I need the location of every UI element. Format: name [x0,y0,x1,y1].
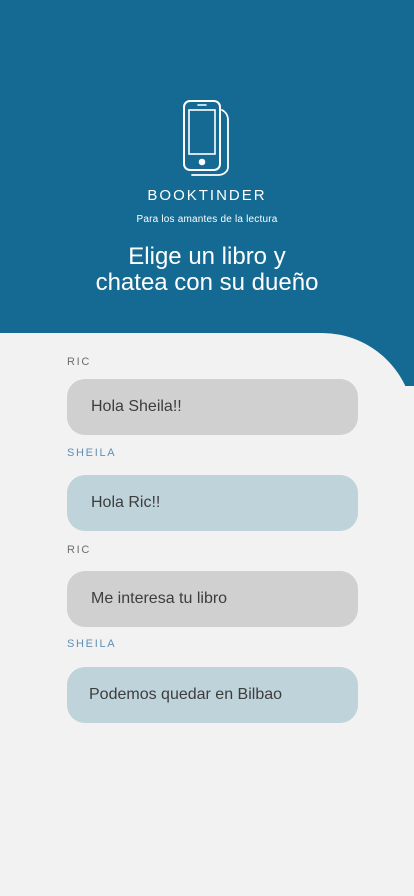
headline-line-2: chatea con su dueño [95,269,319,296]
sender-label-sheila: SHEILA [67,638,117,650]
app-brand: BOOKTINDER [147,187,267,204]
sender-label-ric: RIC [67,356,92,368]
message-bubble-ric: Me interesa tu libro [67,571,358,627]
phone-book-icon [183,100,229,176]
headline-line-1: Elige un libro y [128,243,286,270]
sender-label-sheila: SHEILA [67,447,117,459]
headline: Elige un libro y chatea con su dueño [0,244,414,296]
message-bubble-sheila: Podemos quedar en Bilbao [67,667,358,723]
booktinder-screen: BOOKTINDER Para los amantes de la lectur… [0,0,414,896]
message-bubble-sheila: Hola Ric!! [67,475,358,531]
message-bubble-ric: Hola Sheila!! [67,379,358,435]
sender-label-ric: RIC [67,544,92,556]
app-tagline: Para los amantes de la lectura [136,214,278,225]
